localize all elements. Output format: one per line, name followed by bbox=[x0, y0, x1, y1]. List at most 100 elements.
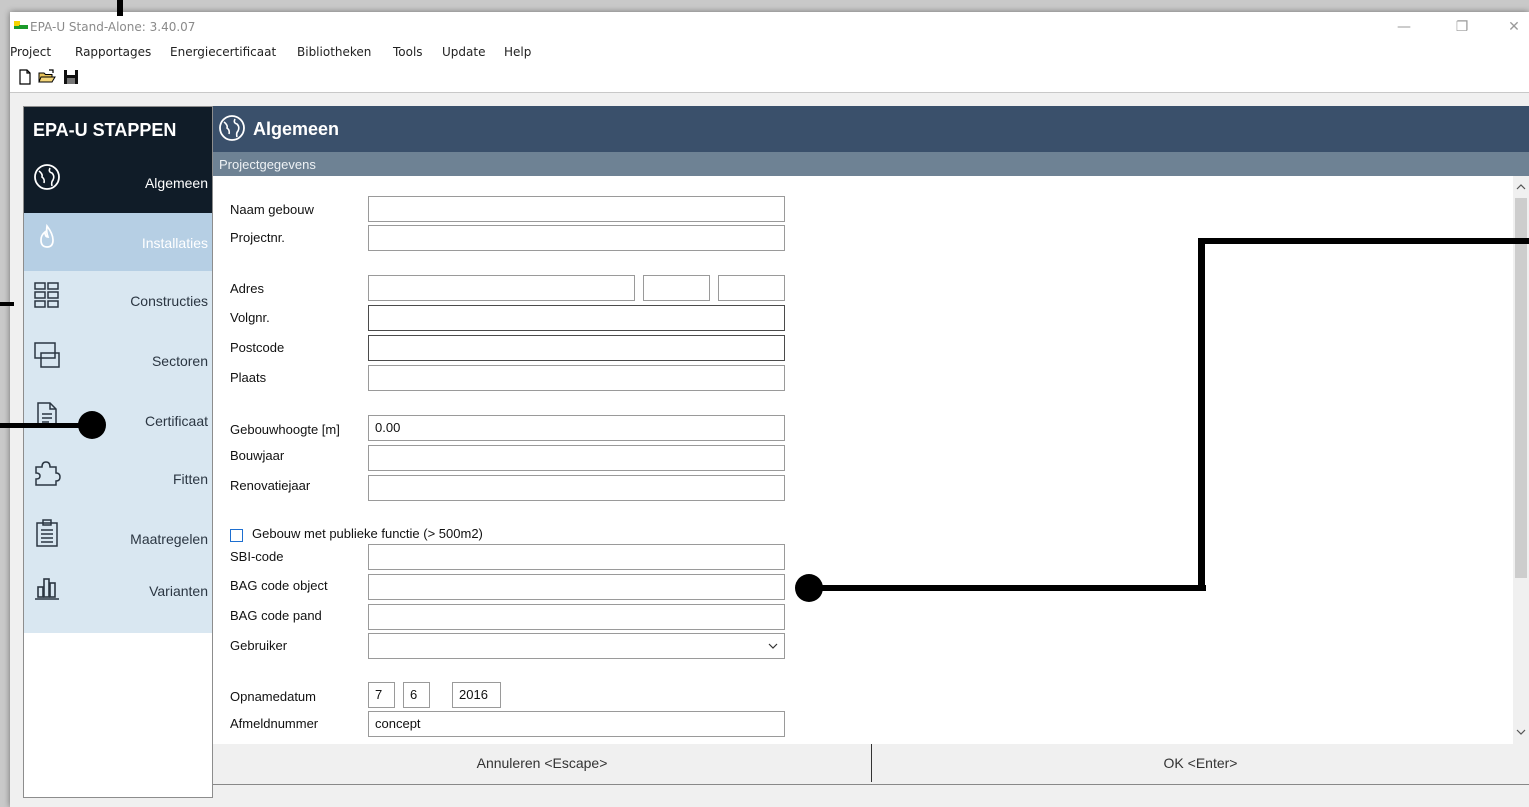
bar-chart-icon bbox=[35, 578, 59, 600]
sbi-code-label: SBI-code bbox=[230, 549, 284, 564]
scrollbar-thumb[interactable] bbox=[1515, 198, 1527, 578]
puzzle-icon bbox=[35, 461, 61, 486]
callout-dot-certificaat bbox=[78, 411, 106, 439]
gebruiker-label: Gebruiker bbox=[230, 638, 288, 653]
callout-line-top bbox=[117, 0, 123, 16]
globe-icon bbox=[34, 164, 60, 190]
step-certificaat[interactable]: Certificaat bbox=[24, 391, 212, 449]
steps-panel: EPA-U STAPPEN Algemeen Installaties Cons… bbox=[23, 106, 213, 798]
step-label: Sectoren bbox=[151, 353, 208, 369]
globe-icon bbox=[219, 115, 245, 141]
cancel-button[interactable]: Annuleren <Escape> bbox=[213, 744, 872, 782]
wall-icon bbox=[34, 282, 59, 308]
plaats-input[interactable] bbox=[368, 365, 785, 391]
projectnr-label: Projectnr. bbox=[230, 230, 285, 245]
step-label: Fitten bbox=[172, 471, 208, 487]
flame-icon bbox=[40, 223, 54, 248]
step-label: Certificaat bbox=[144, 413, 208, 429]
renovatiejaar-label: Renovatiejaar bbox=[230, 478, 311, 493]
step-algemeen[interactable]: Algemeen bbox=[24, 153, 212, 213]
adres-street-input[interactable] bbox=[368, 275, 635, 301]
opnamedatum-day-input[interactable]: 7 bbox=[368, 682, 395, 708]
gebruiker-select[interactable] bbox=[368, 633, 785, 659]
gebouwhoogte-input[interactable]: 0.00 bbox=[368, 415, 785, 441]
bouwjaar-input[interactable] bbox=[368, 445, 785, 471]
postcode-input[interactable] bbox=[368, 335, 785, 361]
step-constructies[interactable]: Constructies bbox=[24, 271, 212, 331]
minimize-button[interactable]: — bbox=[1384, 16, 1424, 38]
new-file-icon[interactable] bbox=[16, 68, 34, 86]
close-button[interactable]: ✕ bbox=[1494, 16, 1529, 38]
renovatiejaar-input[interactable] bbox=[368, 475, 785, 501]
bag-object-input[interactable] bbox=[368, 574, 785, 600]
opnamedatum-year-input[interactable]: 2016 bbox=[452, 682, 501, 708]
steps-header: EPA-U STAPPEN bbox=[24, 107, 212, 153]
bouwjaar-label: Bouwjaar bbox=[230, 448, 285, 463]
bag-pand-input[interactable] bbox=[368, 604, 785, 630]
step-label: Installaties bbox=[141, 235, 208, 251]
bag-object-label: BAG code object bbox=[230, 578, 328, 593]
open-folder-icon[interactable] bbox=[38, 68, 56, 86]
callout-line-right bbox=[1198, 238, 1529, 244]
save-disk-icon[interactable] bbox=[62, 68, 80, 86]
adres-label: Adres bbox=[230, 281, 264, 296]
scroll-down-icon[interactable] bbox=[1516, 729, 1526, 736]
callout-line-left bbox=[0, 302, 14, 306]
chevron-down-icon bbox=[768, 643, 778, 649]
toolbar bbox=[10, 62, 1529, 93]
menu-tools[interactable]: Tools bbox=[393, 45, 423, 59]
naam-gebouw-label: Naam gebouw bbox=[230, 202, 314, 217]
menu-energiecertificaat[interactable]: Energiecertificaat bbox=[170, 45, 276, 59]
step-maatregelen[interactable]: Maatregelen bbox=[24, 509, 212, 567]
gebouwhoogte-label: Gebouwhoogte [m] bbox=[230, 422, 340, 437]
step-fitten[interactable]: Fitten bbox=[24, 449, 212, 509]
main-panel: Algemeen Projectgegevens Naam gebouw Pro… bbox=[213, 106, 1529, 796]
sectors-icon bbox=[34, 342, 60, 368]
callout-dot-bag bbox=[795, 574, 823, 602]
step-label: Maatregelen bbox=[130, 531, 208, 547]
vertical-scrollbar[interactable] bbox=[1513, 176, 1529, 744]
ok-button[interactable]: OK <Enter> bbox=[872, 744, 1529, 782]
sbi-code-input[interactable] bbox=[368, 544, 785, 570]
maximize-button[interactable]: ❐ bbox=[1442, 16, 1482, 38]
volgnr-label: Volgnr. bbox=[230, 310, 270, 325]
step-label: Varianten bbox=[149, 583, 208, 599]
footer-divider bbox=[213, 784, 1529, 785]
menu-help[interactable]: Help bbox=[504, 45, 531, 59]
projectnr-input[interactable] bbox=[368, 225, 785, 251]
menu-bibliotheken[interactable]: Bibliotheken bbox=[297, 45, 371, 59]
publieke-functie-label: Gebouw met publieke functie (> 500m2) bbox=[252, 526, 483, 541]
adres-number-input[interactable] bbox=[643, 275, 710, 301]
main-header: Algemeen bbox=[213, 106, 1529, 152]
bag-pand-label: BAG code pand bbox=[230, 608, 322, 623]
callout-line-bag bbox=[818, 585, 1206, 591]
naam-gebouw-input[interactable] bbox=[368, 196, 785, 222]
section-bar: Projectgegevens bbox=[213, 152, 1529, 176]
dialog-footer: Annuleren <Escape> OK <Enter> bbox=[213, 744, 1529, 784]
step-sectoren[interactable]: Sectoren bbox=[24, 331, 212, 391]
plaats-label: Plaats bbox=[230, 370, 267, 385]
project-form: Naam gebouw Projectnr. Adres Volgnr. Pos… bbox=[213, 176, 1513, 744]
menu-update[interactable]: Update bbox=[442, 45, 485, 59]
step-label: Constructies bbox=[130, 293, 208, 309]
step-installaties[interactable]: Installaties bbox=[24, 213, 212, 271]
app-logo-icon bbox=[14, 21, 28, 29]
step-varianten[interactable]: Varianten bbox=[24, 567, 212, 633]
adres-addition-input[interactable] bbox=[718, 275, 785, 301]
opnamedatum-label: Opnamedatum bbox=[230, 689, 316, 704]
afmeldnummer-input[interactable]: concept bbox=[368, 711, 785, 737]
menu-project[interactable]: Project bbox=[10, 45, 51, 59]
volgnr-input[interactable] bbox=[368, 305, 785, 331]
window-title: EPA-U Stand-Alone: 3.40.07 bbox=[30, 20, 196, 34]
afmeldnummer-label: Afmeldnummer bbox=[230, 716, 319, 731]
title-bar: EPA-U Stand-Alone: 3.40.07 — ❐ ✕ bbox=[10, 12, 1529, 40]
menu-bar: Project Rapportages Energiecertificaat B… bbox=[10, 40, 1529, 62]
publieke-functie-checkbox[interactable] bbox=[230, 529, 243, 542]
page-title: Algemeen bbox=[253, 119, 340, 139]
scroll-up-icon[interactable] bbox=[1516, 183, 1526, 190]
postcode-label: Postcode bbox=[230, 340, 285, 355]
callout-line-vertical bbox=[1198, 238, 1205, 591]
menu-rapportages[interactable]: Rapportages bbox=[75, 45, 151, 59]
section-title: Projectgegevens bbox=[219, 157, 316, 172]
opnamedatum-month-input[interactable]: 6 bbox=[403, 682, 430, 708]
